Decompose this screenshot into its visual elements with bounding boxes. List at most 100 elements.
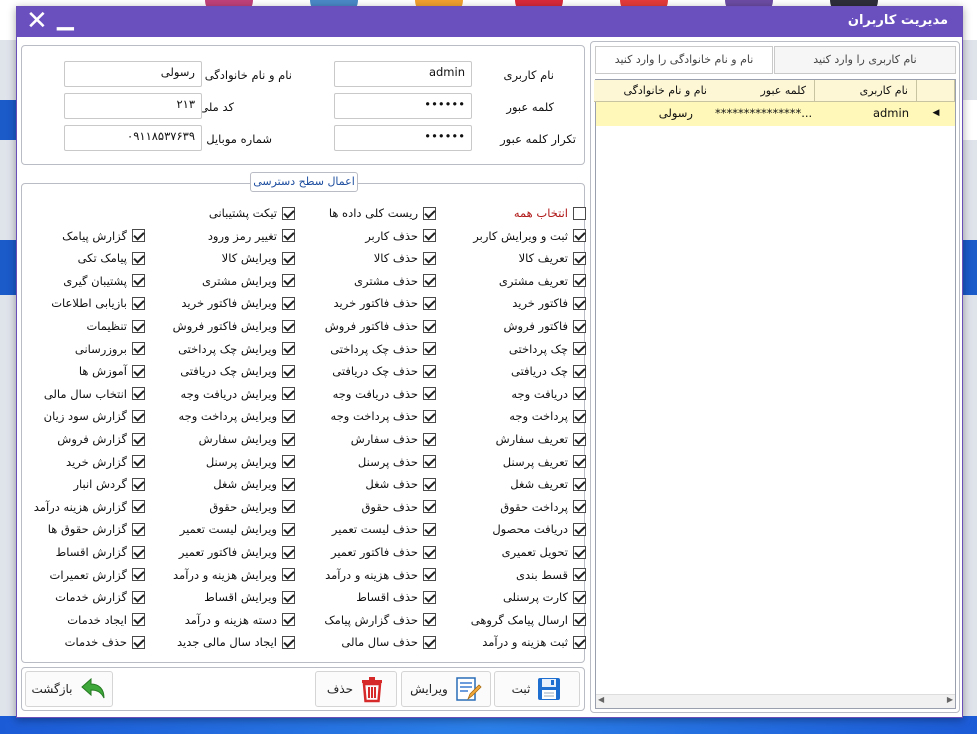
checkbox-checked-icon[interactable]	[573, 229, 586, 243]
permission-checkbox[interactable]: حذف خدمات	[65, 632, 145, 652]
checkbox-checked-icon[interactable]	[423, 522, 436, 536]
checkbox-checked-icon[interactable]	[282, 522, 295, 536]
checkbox-checked-icon[interactable]	[423, 206, 436, 220]
permission-checkbox[interactable]: حذف چک دریافتی	[332, 361, 436, 381]
checkbox-checked-icon[interactable]	[423, 500, 436, 514]
checkbox-checked-icon[interactable]	[132, 319, 145, 333]
checkbox-checked-icon[interactable]	[573, 522, 586, 536]
checkbox-checked-icon[interactable]	[282, 409, 295, 423]
confirm-password-input[interactable]: ••••••	[334, 125, 472, 151]
horizontal-scrollbar[interactable]: ◀ ▶	[596, 694, 955, 708]
checkbox-checked-icon[interactable]	[282, 635, 295, 649]
permission-checkbox[interactable]: انتخاب سال مالی	[44, 384, 145, 404]
permission-checkbox[interactable]: تعریف پرسنل	[503, 452, 586, 472]
checkbox-unchecked-icon[interactable]	[573, 206, 586, 220]
scroll-left-arrow-icon[interactable]: ◀	[598, 695, 604, 704]
checkbox-checked-icon[interactable]	[282, 342, 295, 356]
checkbox-checked-icon[interactable]	[132, 432, 145, 446]
permission-checkbox[interactable]: تغییر رمز ورود	[208, 226, 295, 246]
checkbox-checked-icon[interactable]	[423, 274, 436, 288]
checkbox-checked-icon[interactable]	[282, 364, 295, 378]
checkbox-checked-icon[interactable]	[573, 590, 586, 604]
checkbox-checked-icon[interactable]	[282, 500, 295, 514]
permission-checkbox[interactable]: بازیابی اطلاعات	[51, 293, 145, 313]
permission-checkbox[interactable]: حذف گزارش پیامک	[324, 610, 436, 630]
permission-checkbox[interactable]: ریست کلی داده ها	[329, 203, 436, 223]
checkbox-checked-icon[interactable]	[132, 500, 145, 514]
permission-checkbox[interactable]: گزارش هزینه درآمد	[34, 497, 145, 517]
permission-checkbox[interactable]: ثبت هزینه و درآمد	[482, 632, 586, 652]
permission-checkbox[interactable]: پیامک تکی	[78, 248, 145, 268]
permission-checkbox[interactable]: گزارش خدمات	[55, 587, 145, 607]
checkbox-checked-icon[interactable]	[423, 590, 436, 604]
back-button[interactable]: بازگشت	[25, 671, 113, 707]
permission-checkbox[interactable]: ایجاد سال مالی جدید	[177, 632, 295, 652]
checkbox-checked-icon[interactable]	[282, 387, 295, 401]
edit-button[interactable]: ویرایش	[401, 671, 491, 707]
checkbox-checked-icon[interactable]	[282, 455, 295, 469]
checkbox-checked-icon[interactable]	[423, 568, 436, 582]
checkbox-checked-icon[interactable]	[423, 635, 436, 649]
permission-checkbox[interactable]: فاکتور خرید	[512, 293, 586, 313]
checkbox-checked-icon[interactable]	[282, 296, 295, 310]
checkbox-checked-icon[interactable]	[423, 455, 436, 469]
permission-checkbox[interactable]: حذف هزینه و درآمد	[325, 565, 436, 585]
checkbox-checked-icon[interactable]	[573, 409, 586, 423]
permission-checkbox[interactable]: حذف کاربر	[365, 226, 436, 246]
permission-checkbox[interactable]: چک دریافتی	[511, 361, 586, 381]
permission-checkbox[interactable]: ویرایش چک دریافتی	[180, 361, 295, 381]
checkbox-checked-icon[interactable]	[132, 477, 145, 491]
permission-checkbox[interactable]: انتخاب همه	[514, 203, 586, 223]
checkbox-checked-icon[interactable]	[423, 229, 436, 243]
checkbox-checked-icon[interactable]	[573, 274, 586, 288]
scroll-right-arrow-icon[interactable]: ▶	[947, 695, 953, 704]
permission-checkbox[interactable]: بروزرسانی	[75, 339, 145, 359]
permission-checkbox[interactable]: حذف سفارش	[351, 429, 436, 449]
permission-checkbox[interactable]: حذف حقوق	[361, 497, 436, 517]
permission-checkbox[interactable]: تنظیمات	[86, 316, 145, 336]
checkbox-checked-icon[interactable]	[423, 432, 436, 446]
permission-checkbox[interactable]: حذف پرسنل	[358, 452, 436, 472]
checkbox-checked-icon[interactable]	[132, 229, 145, 243]
checkbox-checked-icon[interactable]	[282, 590, 295, 604]
checkbox-checked-icon[interactable]	[282, 274, 295, 288]
checkbox-checked-icon[interactable]	[573, 568, 586, 582]
username-input[interactable]: admin	[334, 61, 472, 87]
permission-checkbox[interactable]: حذف مشتری	[354, 271, 436, 291]
permission-checkbox[interactable]: ویرایش پرداخت وجه	[178, 406, 295, 426]
checkbox-checked-icon[interactable]	[282, 206, 295, 220]
permission-checkbox[interactable]: گزارش پیامک	[62, 226, 145, 246]
fullname-input[interactable]: رسولی	[64, 61, 202, 87]
permission-checkbox[interactable]: گزارش تعمیرات	[50, 565, 145, 585]
checkbox-checked-icon[interactable]	[132, 568, 145, 582]
permission-checkbox[interactable]: حذف سال مالی	[341, 632, 436, 652]
checkbox-checked-icon[interactable]	[573, 432, 586, 446]
checkbox-checked-icon[interactable]	[132, 590, 145, 604]
permission-checkbox[interactable]: گزارش خرید	[66, 452, 145, 472]
checkbox-checked-icon[interactable]	[132, 274, 145, 288]
checkbox-checked-icon[interactable]	[573, 387, 586, 401]
checkbox-checked-icon[interactable]	[132, 364, 145, 378]
permission-checkbox[interactable]: ویرایش دریافت وجه	[181, 384, 295, 404]
nationalcode-input[interactable]: ۲۱۳	[64, 93, 202, 119]
save-button[interactable]: ثبت	[494, 671, 580, 707]
checkbox-checked-icon[interactable]	[132, 455, 145, 469]
checkbox-checked-icon[interactable]	[132, 635, 145, 649]
permission-checkbox[interactable]: آموزش ها	[79, 361, 145, 381]
mobile-input[interactable]: ۰۹۱۱۸۵۳۷۶۳۹	[64, 125, 202, 151]
permission-checkbox[interactable]: حذف اقساط	[356, 587, 436, 607]
column-header-password[interactable]: کلمه عبور	[715, 80, 815, 102]
permission-checkbox[interactable]: گزارش حقوق ها	[48, 519, 145, 539]
table-row[interactable]: ◀ admin ***************... رسولی	[596, 102, 955, 126]
permission-checkbox[interactable]: گزارش فروش	[57, 429, 145, 449]
permission-checkbox[interactable]: تعریف شغل	[510, 474, 586, 494]
checkbox-checked-icon[interactable]	[423, 387, 436, 401]
checkbox-checked-icon[interactable]	[573, 319, 586, 333]
checkbox-checked-icon[interactable]	[132, 545, 145, 559]
permission-checkbox[interactable]: تعریف کالا	[519, 248, 586, 268]
checkbox-checked-icon[interactable]	[282, 477, 295, 491]
checkbox-checked-icon[interactable]	[573, 364, 586, 378]
checkbox-checked-icon[interactable]	[282, 545, 295, 559]
cell-password[interactable]: ***************...	[715, 102, 815, 126]
permission-checkbox[interactable]: تعریف سفارش	[496, 429, 586, 449]
